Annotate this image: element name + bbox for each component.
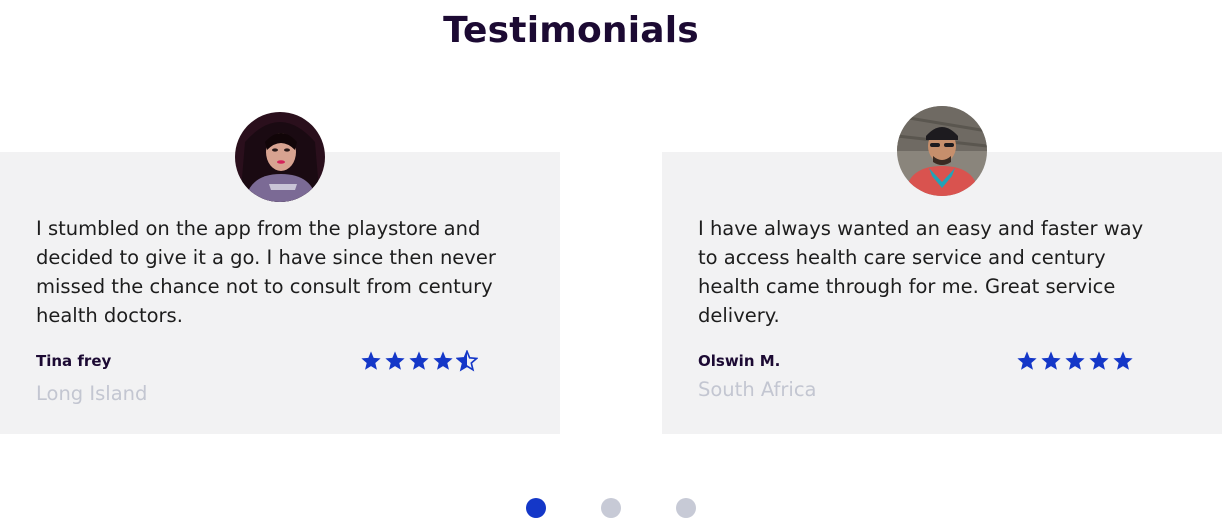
star-rating <box>1016 350 1134 372</box>
testimonial-card: I stumbled on the app from the playstore… <box>0 112 560 434</box>
carousel-dot-1[interactable] <box>526 498 546 518</box>
avatar <box>897 106 987 196</box>
star-rating <box>360 350 478 372</box>
star-icon <box>1113 351 1133 370</box>
reviewer-location: Long Island <box>36 382 148 405</box>
testimonial-quote: I have always wanted an easy and faster … <box>698 217 1144 327</box>
carousel-pagination <box>526 498 696 518</box>
reviewer-name: Olswin M. <box>698 352 781 370</box>
star-icon <box>361 351 381 370</box>
testimonial-quote: I stumbled on the app from the playstore… <box>36 217 496 327</box>
carousel-dot-3[interactable] <box>676 498 696 518</box>
star-icon <box>433 351 453 370</box>
testimonials-section: Testimonials I stumbled on the app from … <box>0 0 1222 518</box>
star-icon <box>409 351 429 370</box>
star-icon <box>1089 351 1109 370</box>
reviewer-name: Tina frey <box>36 352 112 370</box>
section-title: Testimonials <box>443 10 699 51</box>
star-icon <box>385 351 405 370</box>
star-icon <box>1041 351 1061 370</box>
testimonial-card: I have always wanted an easy and faster … <box>662 106 1222 434</box>
star-icon <box>1065 351 1085 370</box>
carousel-dot-2[interactable] <box>601 498 621 518</box>
star-half-icon <box>456 350 478 372</box>
avatar <box>235 112 325 202</box>
reviewer-location: South Africa <box>698 378 817 401</box>
star-icon <box>1017 351 1037 370</box>
